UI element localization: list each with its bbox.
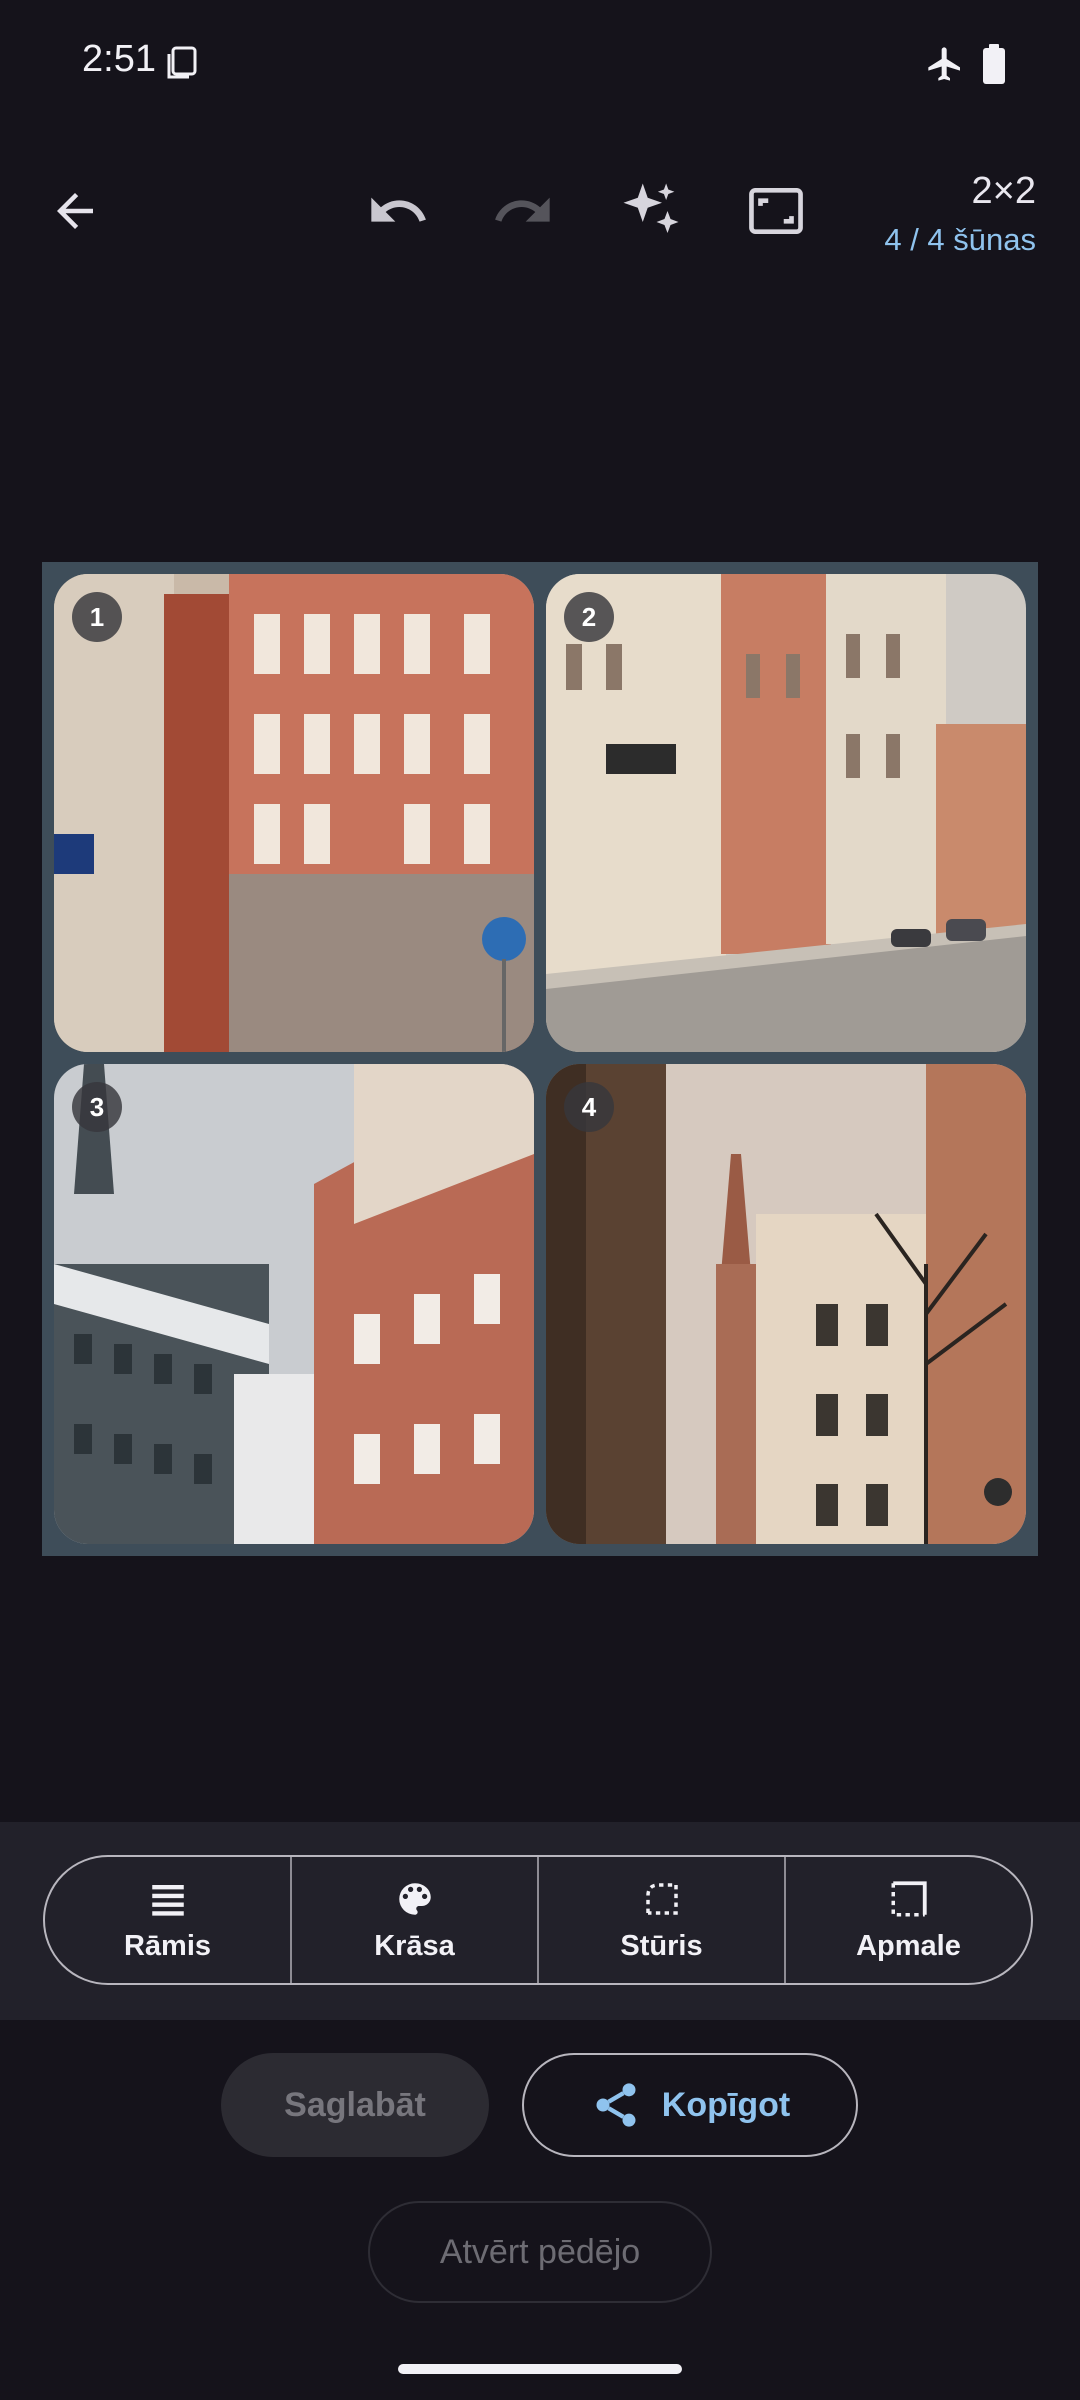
aspect-ratio-button[interactable] <box>731 166 821 256</box>
color-option-button[interactable]: Krāsa <box>290 1857 537 1983</box>
share-icon <box>596 2083 636 2127</box>
auto-enhance-button[interactable] <box>606 166 696 256</box>
tile-number-badge: 4 <box>564 1082 614 1132</box>
back-button[interactable] <box>30 166 120 256</box>
color-option-label: Krāsa <box>374 1929 455 1962</box>
airplane-mode-icon <box>928 47 960 81</box>
corner-option-button[interactable]: Stūris <box>537 1857 784 1983</box>
arrow-back-icon <box>57 193 93 229</box>
border-option-button[interactable]: Apmale <box>784 1857 1031 1983</box>
cell-count-label: 4 / 4 šūnas <box>884 222 1036 257</box>
status-bar: 2:51 <box>0 0 1080 130</box>
share-button-label: Kopīgot <box>661 2085 791 2124</box>
frame-option-label: Rāmis <box>123 1929 212 1962</box>
border-icon <box>891 1880 927 1916</box>
palette-icon <box>398 1882 431 1915</box>
street-photo-image <box>546 574 1026 1052</box>
tile-number-badge: 3 <box>72 1082 122 1132</box>
battery-icon <box>983 44 1005 84</box>
street-photo-image <box>546 1064 1026 1544</box>
street-photo-image <box>54 574 534 1052</box>
tile-number-badge: 2 <box>564 592 614 642</box>
collage-tile[interactable]: 1 <box>54 574 534 1052</box>
options-segmented-control: Rāmis Krāsa Stūris Apmale <box>43 1855 1033 1985</box>
collage-tile[interactable]: 4 <box>546 1064 1026 1544</box>
corner-icon <box>645 1882 678 1915</box>
collage-canvas: 1 2 3 4 <box>42 562 1038 1556</box>
status-time: 2:51 <box>82 38 156 80</box>
collage-tile[interactable]: 2 <box>546 574 1026 1052</box>
share-button[interactable]: Kopīgot <box>522 2053 858 2157</box>
home-indicator[interactable] <box>398 2364 682 2374</box>
redo-icon <box>495 197 550 222</box>
collage-tile[interactable]: 3 <box>54 1064 534 1544</box>
frame-lines-icon <box>151 1884 184 1916</box>
sparkle-icon <box>623 183 679 233</box>
redo-button[interactable] <box>478 166 568 256</box>
corner-option-label: Stūris <box>620 1929 703 1962</box>
grid-size-label[interactable]: 2×2 <box>972 170 1036 213</box>
border-option-label: Apmale <box>856 1929 961 1962</box>
tile-number-badge: 1 <box>72 592 122 642</box>
aspect-ratio-icon <box>749 188 803 234</box>
open-last-button[interactable]: Atvērt pēdējo <box>368 2201 712 2303</box>
street-photo-image <box>54 1064 534 1544</box>
save-button[interactable]: Saglabāt <box>221 2053 489 2157</box>
screen-record-icon <box>167 46 197 79</box>
frame-option-button[interactable]: Rāmis <box>45 1857 290 1983</box>
undo-button[interactable] <box>353 166 443 256</box>
undo-icon <box>371 197 426 222</box>
